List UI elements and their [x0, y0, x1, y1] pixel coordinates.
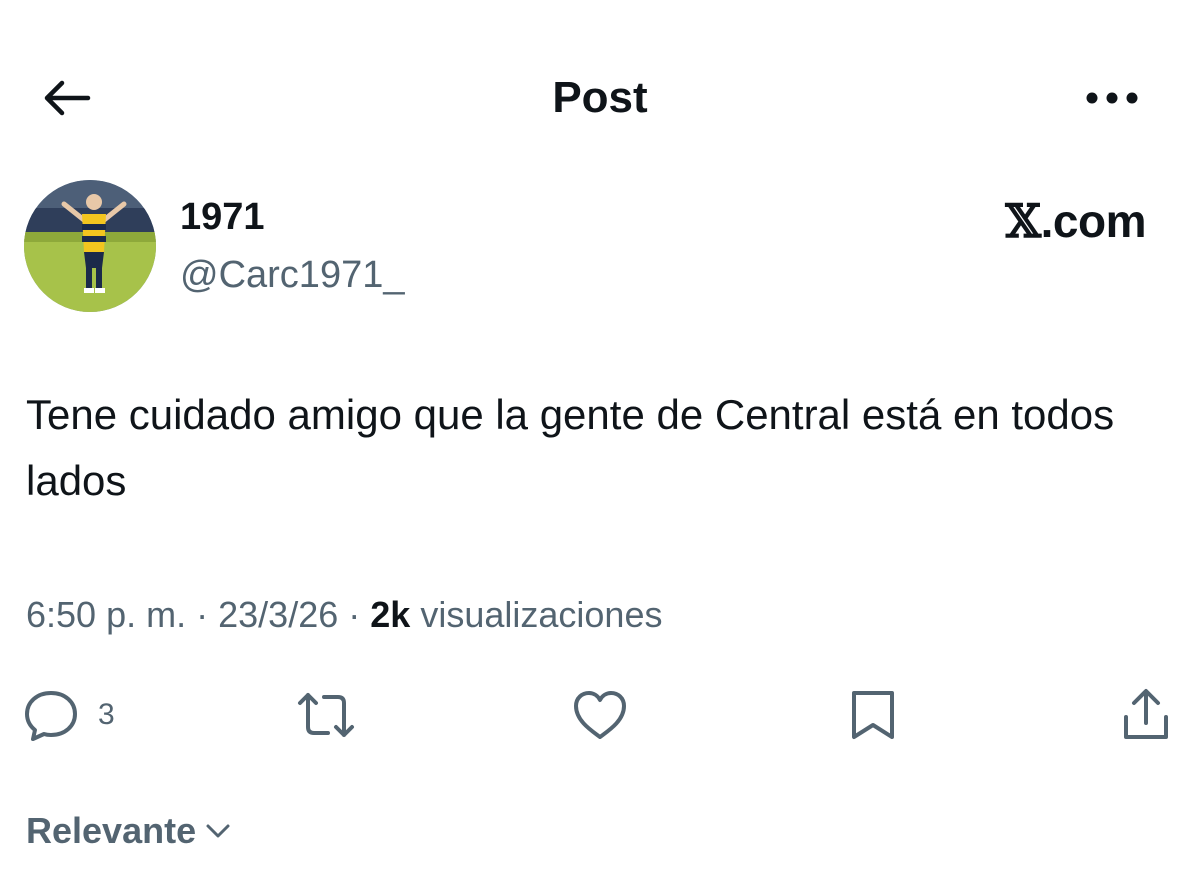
meta-separator: · — [196, 594, 209, 635]
share-button[interactable] — [1118, 680, 1174, 750]
more-options-button[interactable] — [1080, 72, 1144, 124]
sort-replies-dropdown[interactable]: Relevante — [26, 808, 232, 854]
reply-count: 3 — [98, 698, 115, 731]
post-time[interactable]: 6:50 p. m. — [26, 594, 186, 635]
post-metadata: 6:50 p. m. · 23/3/26 · 2k visualizacione… — [26, 592, 662, 638]
views-label[interactable]: visualizaciones — [420, 594, 662, 635]
avatar-photo — [24, 180, 156, 312]
action-bar: 3 — [0, 680, 1200, 750]
brand-watermark: 𝕏.com — [1005, 194, 1146, 248]
avatar[interactable] — [24, 180, 156, 312]
share-icon — [1124, 689, 1168, 739]
page-title: Post — [552, 73, 648, 122]
meta-separator: · — [348, 594, 361, 635]
reply-button[interactable]: 3 — [22, 680, 115, 750]
brand-suffix: .com — [1040, 195, 1147, 247]
x-logo-icon: 𝕏 — [1005, 194, 1041, 248]
heart-icon — [574, 691, 626, 739]
views-count[interactable]: 2k — [370, 594, 410, 635]
like-button[interactable] — [570, 680, 630, 750]
more-horizontal-icon — [1086, 92, 1138, 104]
user-handle[interactable]: @Carc1971_ — [180, 252, 404, 298]
post-text: Tene cuidado amigo que la gente de Centr… — [26, 391, 1115, 504]
sort-label: Relevante — [26, 810, 197, 851]
reply-bubble-icon — [25, 691, 77, 741]
bookmark-icon — [852, 691, 894, 739]
chevron-down-icon — [204, 821, 232, 841]
repost-icon — [298, 693, 354, 737]
post-date[interactable]: 23/3/26 — [218, 594, 338, 635]
repost-button[interactable] — [294, 680, 358, 750]
post-header: Post — [0, 0, 1200, 190]
display-name[interactable]: 1971 — [180, 194, 265, 240]
bookmark-button[interactable] — [846, 680, 900, 750]
